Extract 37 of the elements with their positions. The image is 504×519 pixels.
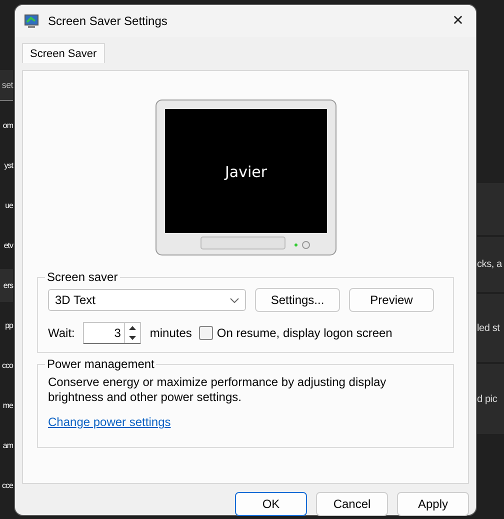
dialog-button[interactable]: Apply (397, 492, 469, 516)
nav-item[interactable]: cce (0, 469, 13, 502)
dialog-button[interactable]: OK (235, 492, 307, 516)
spin-up-icon[interactable] (128, 326, 136, 330)
nav-item[interactable]: pp (0, 309, 13, 342)
nav-item[interactable]: etv (0, 229, 13, 262)
nav-item[interactable]: me (0, 389, 13, 422)
power-settings-link[interactable]: Change power settings (48, 415, 171, 429)
power-description: Conserve energy or maximize performance by adjusting display brightness and other power settings. (48, 375, 388, 405)
settings-button[interactable]: Settings... (255, 288, 340, 312)
nav-item[interactable]: om (0, 109, 13, 142)
minutes-label: minutes (150, 326, 192, 340)
dialog-button[interactable]: Cancel (316, 492, 388, 516)
screen-saver-dropdown[interactable]: 3D Text (48, 289, 246, 311)
settings-card[interactable]: d pic (476, 364, 504, 434)
preview-button[interactable]: Preview (349, 288, 434, 312)
search-field[interactable]: set (0, 70, 13, 101)
close-button[interactable]: ✕ (440, 5, 476, 37)
wait-label: Wait: (48, 326, 75, 340)
settings-card[interactable]: cks, a (476, 237, 504, 292)
monitor-icon (24, 14, 39, 28)
settings-card[interactable]: led st (476, 294, 504, 362)
group-label: Power management (46, 357, 156, 371)
spin-down-icon[interactable] (128, 336, 136, 340)
preview-text: Javier (224, 163, 267, 181)
nav-item[interactable]: am (0, 429, 13, 462)
nav-item[interactable]: ers (0, 269, 13, 302)
checkbox-label: On resume, display logon screen (216, 326, 392, 340)
window-title: Screen Saver Settings (48, 14, 168, 28)
nav-item[interactable]: yst (0, 149, 13, 182)
nav-item[interactable]: cco (0, 349, 13, 382)
logon-checkbox[interactable] (198, 326, 213, 340)
tab[interactable]: Screen Saver (22, 43, 105, 63)
chevron-down-icon (230, 298, 239, 302)
nav-item[interactable]: ue (0, 189, 13, 222)
group-label: Screen saver (46, 270, 119, 284)
wait-spinner[interactable]: 3 (82, 322, 141, 344)
